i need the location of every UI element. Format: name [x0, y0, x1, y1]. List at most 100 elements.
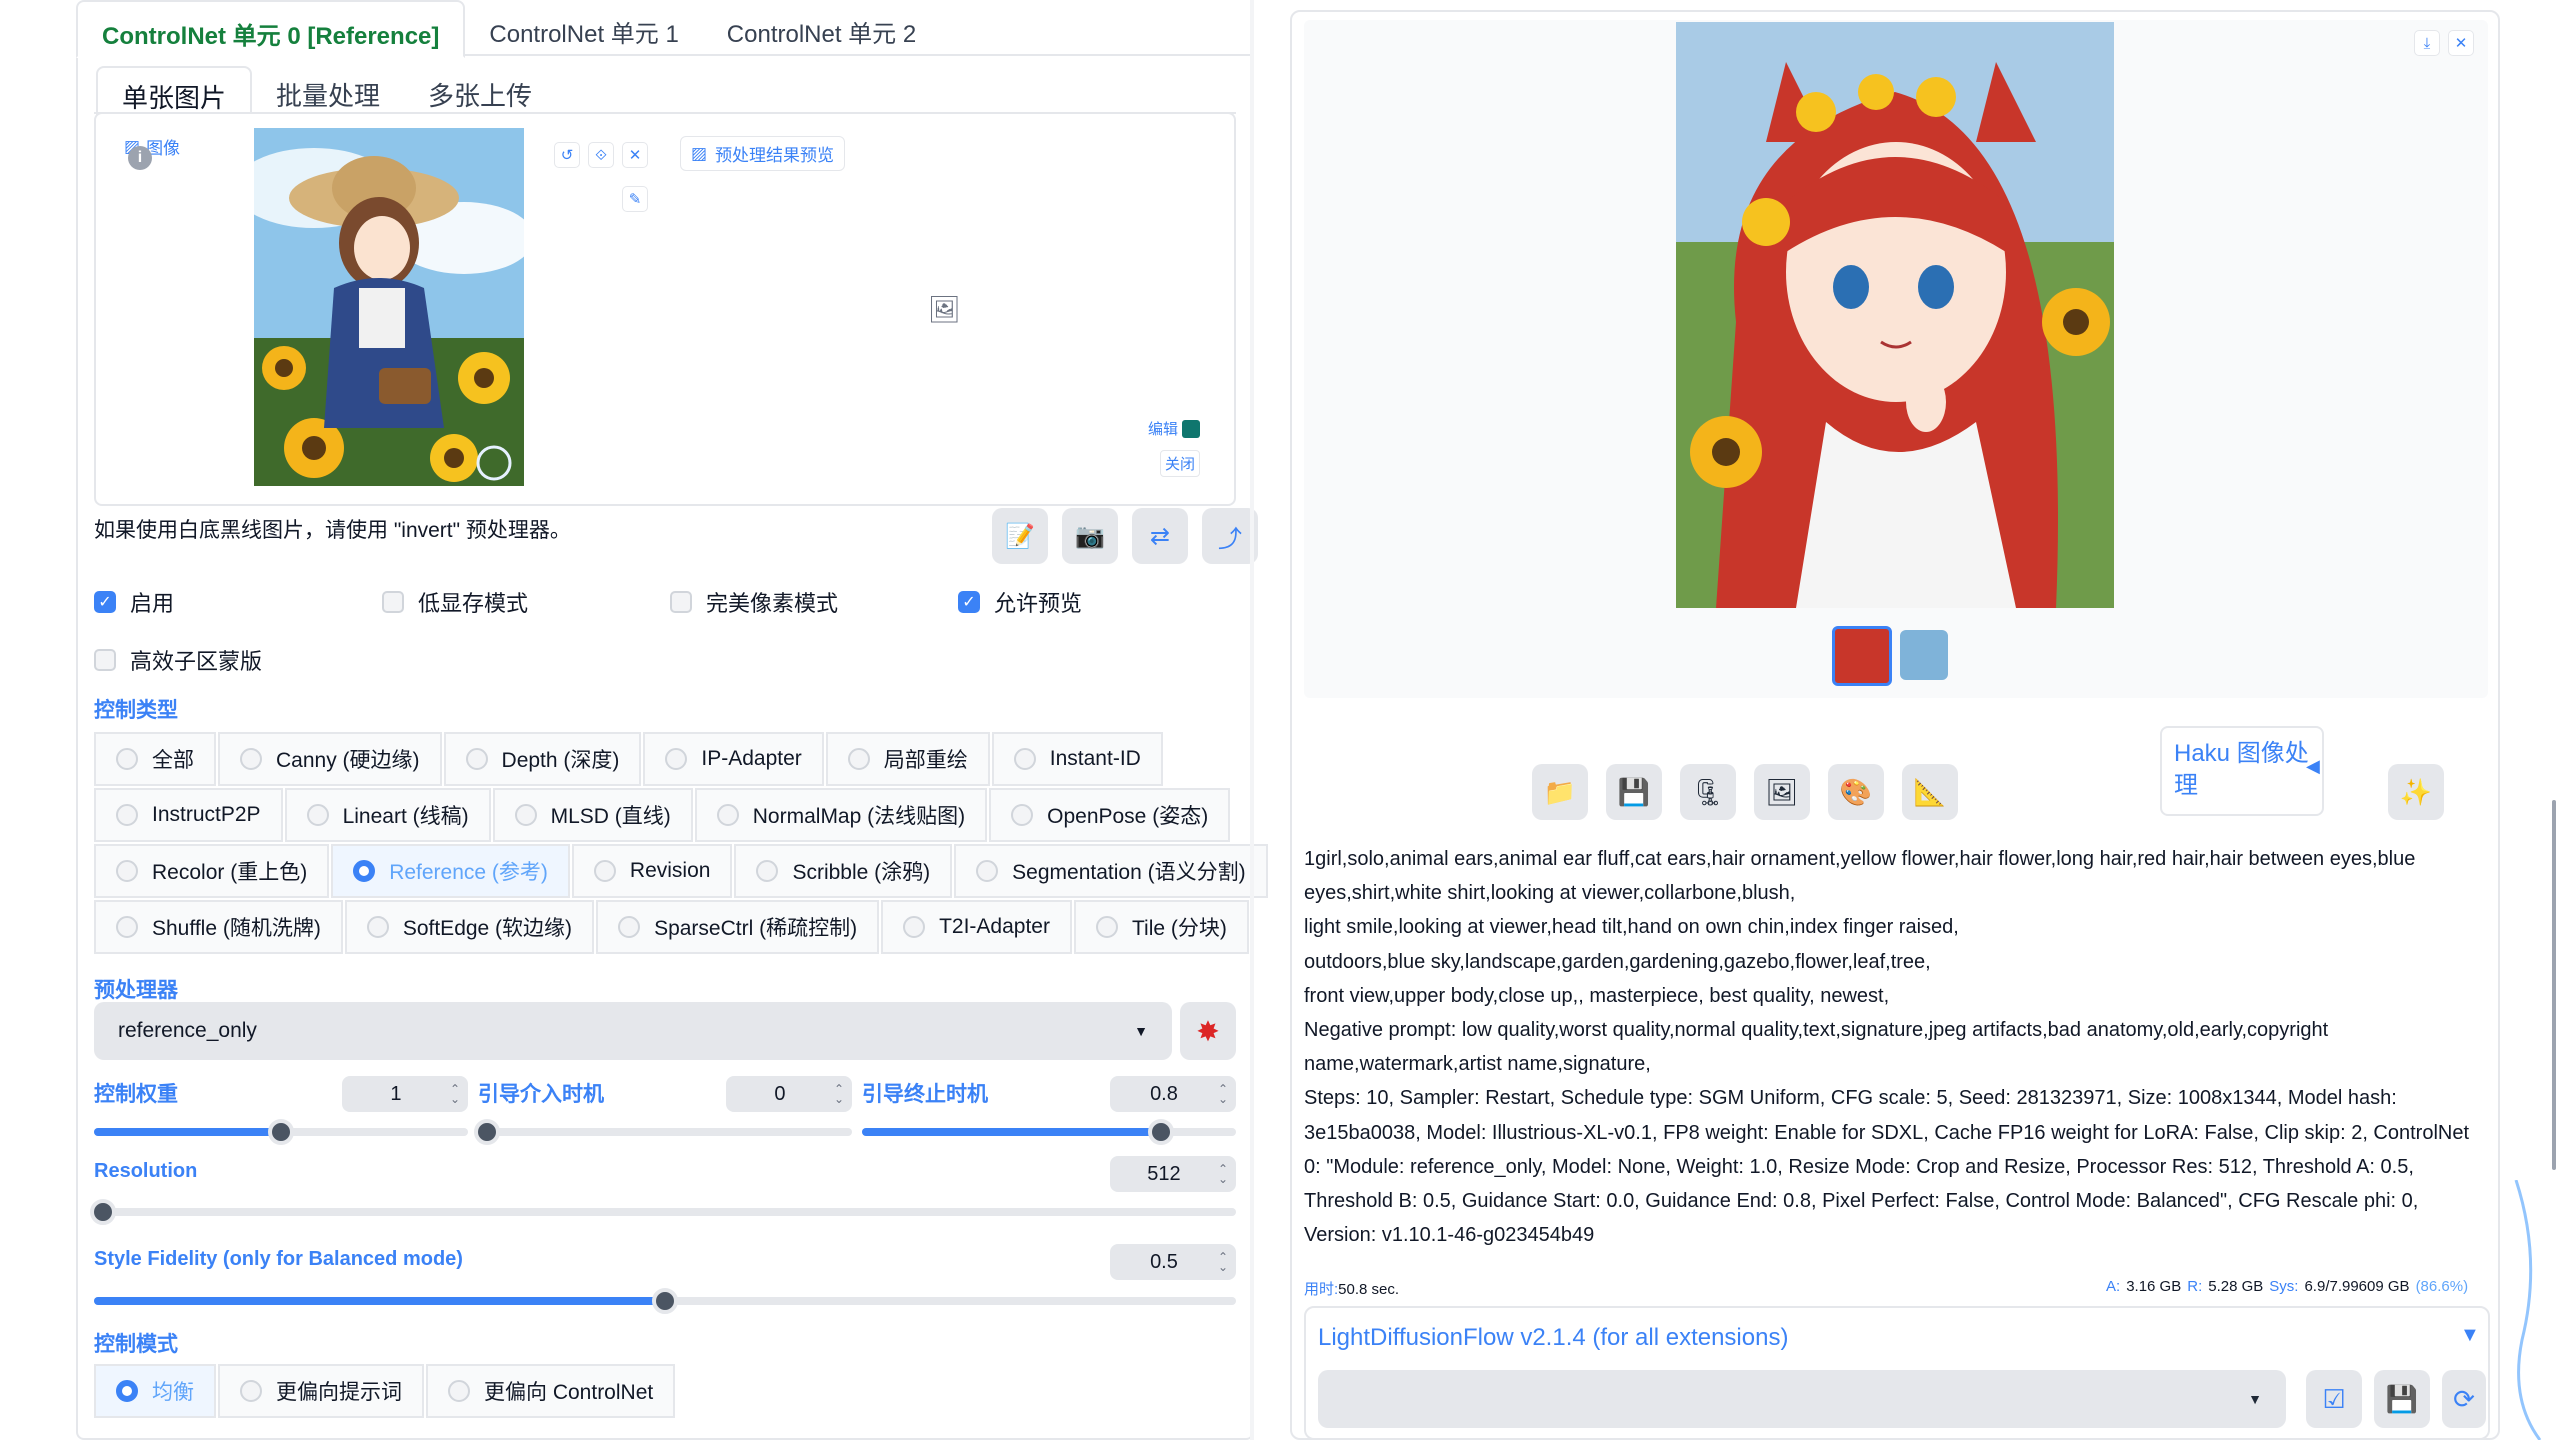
radio-segmentation[interactable]: Segmentation (语义分割)	[954, 844, 1268, 898]
radio-dot[interactable]	[465, 748, 488, 770]
radio-softedge[interactable]: SoftEdge (软边缘)	[344, 900, 595, 954]
info-icon[interactable]: i	[128, 146, 152, 170]
radio-dot[interactable]	[240, 1380, 262, 1402]
spinner-icon[interactable]: ⌃ ⌄	[1218, 1083, 1228, 1105]
radio-ip-adapter[interactable]: IP-Adapter	[643, 732, 824, 786]
scrollbar-thumb[interactable]	[2552, 800, 2556, 1170]
tab-controlnet-unit-0[interactable]: ControlNet 单元 0 [Reference]	[76, 0, 466, 58]
low-vram-checkbox[interactable]: 低显存模式	[382, 586, 528, 618]
left-scrollbar[interactable]	[1250, 0, 1254, 1440]
radio-dot[interactable]	[903, 916, 926, 938]
control-weight-input[interactable]: 1 ⌃ ⌄	[342, 1076, 468, 1112]
guidance-end-input[interactable]: 0.8 ⌃ ⌄	[1110, 1076, 1236, 1112]
radio-dot[interactable]	[665, 748, 688, 770]
radio-prompt[interactable]: 更偏向提示词	[218, 1364, 424, 1418]
radio-dot[interactable]	[1013, 748, 1036, 770]
radio-dot[interactable]	[847, 748, 870, 770]
slider-handle[interactable]	[1148, 1119, 1175, 1145]
radio-dot[interactable]	[116, 916, 138, 938]
radio-recolor[interactable]: Recolor (重上色)	[94, 844, 330, 898]
radio-instant-id[interactable]: Instant-ID	[991, 732, 1163, 786]
download-icon[interactable]: ⤓	[2414, 30, 2440, 56]
radio-dot[interactable]	[756, 860, 779, 882]
radio-controlnet[interactable]: 更偏向 ControlNet	[426, 1364, 676, 1418]
radio-dot[interactable]	[448, 1380, 470, 1402]
checkbox-mask-box[interactable]	[94, 649, 116, 671]
preprocessor-select[interactable]: reference_only ▼	[94, 1002, 1172, 1060]
thumbnail-reference[interactable]	[1900, 630, 1948, 680]
ldf-title[interactable]: LightDiffusionFlow v2.1.4 (for all exten…	[1318, 1324, 1788, 1352]
radio-dot[interactable]	[1095, 916, 1118, 938]
radio-dot[interactable]	[366, 916, 389, 938]
radio-mlsd[interactable]: MLSD (直线)	[492, 788, 693, 842]
radio-dot[interactable]	[116, 1380, 138, 1402]
radio-dot[interactable]	[593, 860, 616, 882]
radio-openpose[interactable]: OpenPose (姿态)	[989, 788, 1231, 842]
thumbnail-output[interactable]	[1832, 626, 1892, 686]
save-icon[interactable]: 💾	[2374, 1370, 2430, 1428]
image-input-area[interactable]: ▨ 图像 i ↺ ⟐ ✕ ✎ ▨ 预处理结果预览 🖼 编辑 关闭	[94, 112, 1236, 506]
radio-dot[interactable]	[240, 748, 262, 770]
resolution-input[interactable]: 512 ⌃ ⌄	[1110, 1156, 1236, 1192]
radio-dot[interactable]	[976, 860, 999, 882]
radio-shuffle[interactable]: Shuffle (随机洗牌)	[94, 900, 343, 954]
zip-icon[interactable]: 🗜	[1680, 764, 1736, 820]
radio-revision[interactable]: Revision	[571, 844, 733, 898]
radio-t2i-adapter[interactable]: T2I-Adapter	[881, 900, 1072, 954]
radio-reference[interactable]: Reference (参考)	[331, 844, 570, 898]
refresh-icon[interactable]: ⟳	[2442, 1370, 2486, 1428]
radio-dot[interactable]	[716, 804, 739, 826]
spinner-icon[interactable]: ⌃ ⌄	[1218, 1163, 1228, 1185]
radio-all[interactable]: 全部	[94, 732, 216, 786]
radio-dot[interactable]	[306, 804, 329, 826]
radio-dot[interactable]	[116, 748, 138, 770]
style-fidelity-slider[interactable]	[94, 1288, 1236, 1314]
radio-normalmap[interactable]: NormalMap (法线贴图)	[694, 788, 988, 842]
allow-preview-checkbox[interactable]: ✓ 允许预览	[958, 586, 1082, 618]
radio-dot[interactable]	[618, 916, 641, 938]
radio-scribble[interactable]: Scribble (涂鸦)	[734, 844, 953, 898]
new-canvas-icon[interactable]: 📝	[992, 508, 1048, 564]
page-scrollbar[interactable]	[2548, 0, 2560, 1440]
radio-dot[interactable]	[116, 860, 138, 882]
radio-canny[interactable]: Canny (硬边缘)	[218, 732, 442, 786]
send-img2img-icon[interactable]: 🖼	[1754, 764, 1810, 820]
brush-icon[interactable]: ✎	[622, 186, 648, 212]
slider-handle[interactable]	[268, 1119, 294, 1145]
reset-icon[interactable]: ⟐	[588, 142, 614, 168]
control-weight-slider[interactable]	[94, 1119, 468, 1145]
radio-dot[interactable]	[514, 804, 537, 826]
guidance-start-input[interactable]: 0 ⌃ ⌄	[726, 1076, 852, 1112]
tab-controlnet-unit-1[interactable]: ControlNet 单元 1	[465, 0, 702, 58]
checkbox-preview-box[interactable]: ✓	[958, 591, 980, 613]
slider-handle[interactable]	[652, 1288, 678, 1314]
radio-dot[interactable]	[116, 804, 138, 826]
close-icon[interactable]: ✕	[622, 142, 648, 168]
checkbox-enable-box[interactable]: ✓	[94, 591, 116, 613]
send-inpaint-icon[interactable]: 🎨	[1828, 764, 1884, 820]
sparkle-icon[interactable]: ✨	[2388, 764, 2444, 820]
run-preprocessor-icon[interactable]: ✸	[1180, 1002, 1236, 1060]
efficient-mask-checkbox[interactable]: 高效子区蒙版	[94, 644, 262, 676]
guidance-start-slider[interactable]	[474, 1119, 852, 1145]
send-extras-icon[interactable]: 📐	[1902, 764, 1958, 820]
close-icon[interactable]: ✕	[2448, 30, 2474, 56]
radio-dot[interactable]	[1011, 804, 1034, 826]
spinner-icon[interactable]: ⌃ ⌄	[834, 1083, 844, 1105]
slider-handle[interactable]	[474, 1119, 500, 1145]
folder-icon[interactable]: 📁	[1532, 764, 1588, 820]
checkbox-pixel-box[interactable]	[670, 591, 692, 613]
generated-image[interactable]	[1676, 22, 2114, 608]
style-fidelity-input[interactable]: 0.5 ⌃ ⌄	[1110, 1244, 1236, 1280]
slider-handle[interactable]	[90, 1199, 116, 1225]
camera-icon[interactable]: 📷	[1062, 508, 1118, 564]
radio-inpaint[interactable]: 局部重绘	[825, 732, 990, 786]
ldf-select[interactable]: ▼	[1318, 1370, 2286, 1428]
load-icon[interactable]: ☑	[2306, 1370, 2362, 1428]
radio-balanced[interactable]: 均衡	[94, 1364, 216, 1418]
close-link[interactable]: 关闭	[1160, 450, 1201, 477]
save-icon[interactable]: 💾	[1606, 764, 1662, 820]
enable-checkbox[interactable]: ✓ 启用	[94, 586, 174, 618]
radio-dot[interactable]	[353, 860, 376, 882]
spinner-icon[interactable]: ⌃ ⌄	[1218, 1251, 1228, 1273]
